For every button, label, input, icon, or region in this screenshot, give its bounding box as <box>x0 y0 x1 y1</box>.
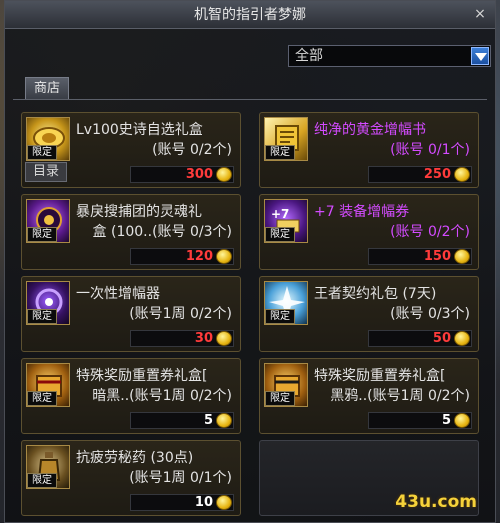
watermark-text: 43u.com <box>395 492 477 512</box>
contract-pack-icon: 限定 <box>264 281 308 325</box>
item-purchase-limit: (账号 0/2个) <box>152 142 232 158</box>
limited-badge: 限定 <box>265 145 295 160</box>
item-price: 150 <box>423 249 451 264</box>
gold-coin-icon <box>216 167 232 182</box>
close-icon[interactable]: × <box>471 5 489 23</box>
item-price: 50 <box>432 331 451 346</box>
tab-shop[interactable]: 商店 <box>25 77 69 99</box>
window-titlebar[interactable]: 机智的指引者梦娜 × <box>5 1 495 29</box>
price-display: 300 <box>130 166 234 183</box>
shop-item-grid: 限定 Lv100史诗自选礼盒 (账号 0/2个) 300 限定 纯净的黄金增幅书… <box>13 99 487 523</box>
limited-badge: 限定 <box>27 309 57 324</box>
fatigue-potion-icon: 限定 <box>26 445 70 489</box>
item-purchase-limit: (账号1周 0/2个) <box>129 306 232 322</box>
catalog-button[interactable]: 目录 <box>25 162 67 182</box>
item-purchase-limit: (账号1周 0/1个) <box>129 470 232 486</box>
shop-item-card[interactable]: 限定 抗疲劳秘药 (30点) (账号1周 0/1个) 10 <box>21 440 241 516</box>
epic-box-icon: 限定 <box>26 117 70 161</box>
gold-coin-icon <box>216 249 232 264</box>
price-display: 150 <box>368 248 472 265</box>
item-purchase-limit: 黑鸦..(账号1周 0/2个) <box>330 388 470 404</box>
item-name: 抗疲劳秘药 (30点) <box>76 450 194 466</box>
price-display: 10 <box>130 494 234 511</box>
item-name: 特殊奖励重置券礼盒[ <box>314 368 446 384</box>
category-filter-dropdown[interactable]: 全部 <box>288 45 491 67</box>
gold-coin-icon <box>216 413 232 428</box>
item-purchase-limit: (账号 0/2个) <box>390 224 470 240</box>
limited-badge: 限定 <box>27 473 57 488</box>
gold-coin-icon <box>454 413 470 428</box>
item-name: 特殊奖励重置券礼盒[ <box>76 368 208 384</box>
shop-item-card[interactable]: 限定 特殊奖励重置券礼盒[ 暗黑..(账号1周 0/2个) 5 <box>21 358 241 434</box>
item-purchase-limit: (账号 0/3个) <box>390 306 470 322</box>
limited-badge: 限定 <box>27 391 57 406</box>
price-display: 250 <box>368 166 472 183</box>
shop-item-card[interactable]: 限定 特殊奖励重置券礼盒[ 黑鸦..(账号1周 0/2个) 5 <box>259 358 479 434</box>
limited-badge: 限定 <box>265 309 295 324</box>
shop-item-card[interactable]: 限定 一次性增幅器 (账号1周 0/2个) 30 <box>21 276 241 352</box>
reset-ticket-box-icon: 限定 <box>264 363 308 407</box>
shop-item-card[interactable]: 限定 纯净的黄金增幅书 (账号 0/1个) 250 <box>259 112 479 188</box>
shop-item-card[interactable]: +7 限定 +7 装备增幅券 (账号 0/2个) 150 <box>259 194 479 270</box>
item-purchase-limit: (账号 0/1个) <box>390 142 470 158</box>
gold-coin-icon <box>216 331 232 346</box>
gold-coin-icon <box>454 249 470 264</box>
site-watermark: 43u.com <box>395 492 477 512</box>
item-price: 10 <box>194 495 213 510</box>
shop-item-card[interactable]: 限定 暴戾搜捕团的灵魂礼 盒 (100..(账号 0/3个) 120 <box>21 194 241 270</box>
soul-box-icon: 限定 <box>26 199 70 243</box>
shop-item-card[interactable]: 限定 王者契约礼包 (7天) (账号 0/3个) 50 <box>259 276 479 352</box>
limited-badge: 限定 <box>265 391 295 406</box>
price-display: 120 <box>130 248 234 265</box>
limited-badge: 限定 <box>27 227 57 242</box>
price-display: 50 <box>368 330 472 347</box>
price-display: 5 <box>368 412 472 429</box>
chevron-down-icon[interactable] <box>471 47 489 65</box>
gold-coin-icon <box>454 167 470 182</box>
npc-shop-window: 机智的指引者梦娜 × 全部 商店 限定 Lv100史诗自选礼盒 (账号 0/2个… <box>4 0 496 523</box>
item-purchase-limit: 盒 (100..(账号 0/3个) <box>92 224 232 240</box>
item-name: Lv100史诗自选礼盒 <box>76 122 203 138</box>
gold-book-icon: 限定 <box>264 117 308 161</box>
gold-coin-icon <box>454 331 470 346</box>
item-price: 30 <box>194 331 213 346</box>
window-title: 机智的指引者梦娜 <box>194 7 306 23</box>
item-name: 一次性增幅器 <box>76 286 160 302</box>
item-purchase-limit: 暗黑..(账号1周 0/2个) <box>92 388 232 404</box>
price-display: 30 <box>130 330 234 347</box>
limited-badge: 限定 <box>265 227 295 242</box>
svg-text:+7: +7 <box>271 207 289 221</box>
item-name: 暴戾搜捕团的灵魂礼 <box>76 204 202 220</box>
item-price: 300 <box>185 167 213 182</box>
item-name: 纯净的黄金增幅书 <box>314 122 426 138</box>
gold-coin-icon <box>216 495 232 510</box>
amplify-ticket-icon: +7 限定 <box>264 199 308 243</box>
reset-ticket-box-icon: 限定 <box>26 363 70 407</box>
item-name: 王者契约礼包 (7天) <box>314 286 437 302</box>
item-price: 250 <box>423 167 451 182</box>
amplifier-icon: 限定 <box>26 281 70 325</box>
item-price: 5 <box>441 413 451 428</box>
price-display: 5 <box>130 412 234 429</box>
item-price: 5 <box>203 413 213 428</box>
limited-badge: 限定 <box>27 145 57 160</box>
item-price: 120 <box>185 249 213 264</box>
item-name: +7 装备增幅券 <box>314 204 410 220</box>
filter-selected-value: 全部 <box>295 48 323 64</box>
